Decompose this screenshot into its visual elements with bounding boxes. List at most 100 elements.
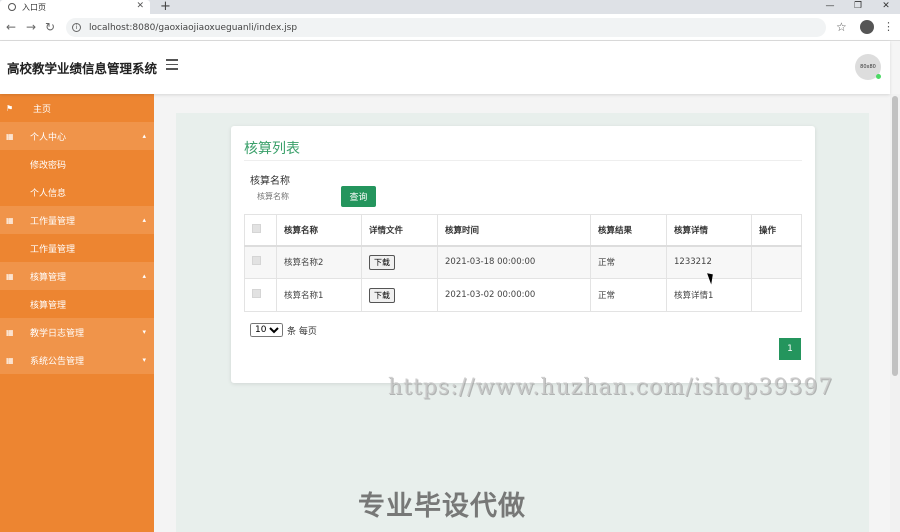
list-card: 核算列表 核算名称 查询 核算名称 详情文件 核算时间 核算结果 核算详情 操作… <box>231 126 815 383</box>
app-header: 高校教学业绩信息管理系统 80x80 <box>0 41 890 94</box>
sidebar-item-personal-center[interactable]: ▦ 个人中心 ▴ <box>0 122 154 150</box>
cell-result: 正常 <box>590 278 667 312</box>
search-button[interactable]: 查询 <box>341 186 376 207</box>
sidebar-item-home[interactable]: ⚑ 主页 <box>0 94 154 122</box>
info-icon[interactable]: i <box>72 23 81 32</box>
forward-icon[interactable]: → <box>26 20 36 34</box>
chevron-up-icon: ▴ <box>142 216 146 224</box>
window-close-icon[interactable]: ✕ <box>872 0 900 12</box>
page-title: 核算列表 <box>244 141 300 157</box>
page-size-control: 10 条 每页 <box>250 323 317 337</box>
column-header: 核算时间 <box>437 214 591 246</box>
sidebar-item-change-password[interactable]: 修改密码 <box>0 150 154 178</box>
per-page-label: 条 每页 <box>287 326 317 337</box>
url-input[interactable]: i localhost:8080/gaoxiaojiaoxueguanli/in… <box>66 18 826 37</box>
chevron-down-icon: ▾ <box>142 328 146 336</box>
grid-icon: ▦ <box>6 327 14 337</box>
online-status-icon <box>876 74 881 79</box>
cell-file: 下载 <box>361 278 438 312</box>
url-text: localhost:8080/gaoxiaojiaoxueguanli/inde… <box>89 22 298 33</box>
avatar-text: 80x80 <box>860 64 876 70</box>
divider <box>244 160 802 161</box>
download-button[interactable]: 下载 <box>369 254 395 270</box>
cell-file: 下载 <box>361 245 438 279</box>
address-bar: ← → ↻ i localhost:8080/gaoxiaojiaoxuegua… <box>0 14 900 41</box>
sidebar-item-workload[interactable]: ▦ 工作量管理 ▴ <box>0 206 154 234</box>
grid-icon: ▦ <box>6 271 14 281</box>
cell-name: 核算名称2 <box>276 245 362 279</box>
sidebar-item-label: 个人信息 <box>30 188 67 199</box>
page-button-current[interactable]: 1 <box>779 338 801 360</box>
minimize-icon[interactable]: — <box>816 0 844 12</box>
table-row: 核算名称1 下载 2021-03-02 00:00:00 正常 核算详情1 <box>244 278 802 312</box>
profile-icon[interactable] <box>860 20 874 34</box>
chevron-down-icon: ▾ <box>142 356 146 364</box>
select-all-checkbox[interactable] <box>252 223 261 233</box>
cell-result: 正常 <box>590 245 667 279</box>
sidebar-item-announcement[interactable]: ▦ 系统公告管理 ▾ <box>0 346 154 374</box>
sidebar-item-label: 教学日志管理 <box>30 328 85 339</box>
cell-time: 2021-03-02 00:00:00 <box>437 278 591 312</box>
page-size-select[interactable]: 10 <box>250 323 283 337</box>
back-icon[interactable]: ← <box>6 20 16 34</box>
browser-tab[interactable]: 入口页 ✕ <box>0 0 150 14</box>
menu-icon[interactable]: ⋮ <box>883 20 894 33</box>
sidebar-item-label: 核算管理 <box>30 300 67 311</box>
sidebar-item-label: 工作量管理 <box>30 244 76 255</box>
chevron-up-icon: ▴ <box>142 272 146 280</box>
table-header-row: 核算名称 详情文件 核算时间 核算结果 核算详情 操作 <box>244 214 802 246</box>
sidebar-item-label: 个人中心 <box>30 132 67 143</box>
column-header: 核算详情 <box>666 214 752 246</box>
sidebar-item-label: 修改密码 <box>30 160 67 171</box>
column-header: 核算结果 <box>590 214 667 246</box>
new-tab-icon[interactable]: + <box>160 0 171 14</box>
restore-icon[interactable]: ❐ <box>844 0 872 12</box>
tab-title: 入口页 <box>22 2 46 12</box>
chevron-up-icon: ▴ <box>142 132 146 140</box>
download-button[interactable]: 下载 <box>369 287 395 303</box>
cell-time: 2021-03-18 00:00:00 <box>437 245 591 279</box>
close-icon[interactable]: ✕ <box>136 1 144 11</box>
sidebar-item-label: 系统公告管理 <box>30 356 85 367</box>
grid-icon: ▦ <box>6 355 14 365</box>
reload-icon[interactable]: ↻ <box>45 20 55 34</box>
column-header: 详情文件 <box>361 214 438 246</box>
column-header: 核算名称 <box>276 214 362 246</box>
page-scrollbar[interactable] <box>890 94 900 532</box>
sidebar-item-teaching-log[interactable]: ▦ 教学日志管理 ▾ <box>0 318 154 346</box>
globe-icon <box>8 3 16 11</box>
cell-name: 核算名称1 <box>276 278 362 312</box>
scroll-thumb[interactable] <box>892 96 898 376</box>
browser-tab-bar: 入口页 ✕ + — ❐ ✕ <box>0 0 900 14</box>
watermark-text: 专业毕设代做 <box>358 491 526 522</box>
accounting-table: 核算名称 详情文件 核算时间 核算结果 核算详情 操作 核算名称2 下载 202… <box>244 214 802 312</box>
grid-icon: ▦ <box>6 131 14 141</box>
column-header: 操作 <box>751 214 802 246</box>
search-input[interactable] <box>250 186 340 207</box>
app-title: 高校教学业绩信息管理系统 <box>7 61 158 76</box>
cell-action <box>751 245 802 279</box>
grid-icon: ▦ <box>6 215 14 225</box>
row-select-cell <box>244 278 277 312</box>
sidebar-item-workload-manage[interactable]: 工作量管理 <box>0 234 154 262</box>
search-label: 核算名称 <box>250 176 290 187</box>
watermark-url: https://www.huzhan.com/ishop39397 <box>388 375 834 400</box>
select-all-cell <box>244 214 277 246</box>
sidebar-item-label: 工作量管理 <box>30 216 76 227</box>
row-checkbox[interactable] <box>252 256 261 266</box>
hamburger-icon[interactable] <box>166 59 178 70</box>
avatar[interactable]: 80x80 <box>855 54 881 80</box>
sidebar-item-accounting-manage[interactable]: 核算管理 <box>0 290 154 318</box>
sidebar-item-accounting[interactable]: ▦ 核算管理 ▴ <box>0 262 154 290</box>
sidebar-item-label: 主页 <box>33 104 52 115</box>
star-icon[interactable]: ☆ <box>836 20 847 34</box>
sidebar-item-personal-info[interactable]: 个人信息 <box>0 178 154 206</box>
row-select-cell <box>244 245 277 279</box>
sidebar: ⚑ 主页 ▦ 个人中心 ▴ 修改密码 个人信息 ▦ 工作量管理 ▴ 工作量管理 … <box>0 94 154 532</box>
sidebar-item-label: 核算管理 <box>30 272 67 283</box>
table-row: 核算名称2 下载 2021-03-18 00:00:00 正常 1233212 <box>244 245 802 279</box>
flag-icon: ⚑ <box>6 103 14 113</box>
cell-detail: 核算详情1 <box>666 278 752 312</box>
row-checkbox[interactable] <box>252 289 261 298</box>
cell-action <box>751 278 802 312</box>
